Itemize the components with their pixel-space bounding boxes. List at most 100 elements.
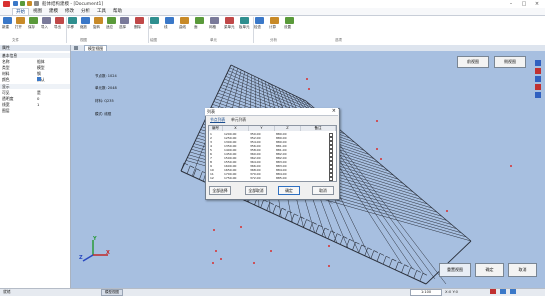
table-cell[interactable]: 1750.00 [224, 176, 248, 180]
view-cube-front-icon[interactable] [535, 76, 541, 82]
node-marker[interactable] [308, 88, 310, 90]
property-section-basic[interactable]: 基本信息 [0, 53, 70, 58]
table-cell[interactable]: 372.00 [250, 176, 274, 180]
compute-icon[interactable] [270, 17, 279, 24]
curve-icon[interactable] [180, 17, 189, 24]
ribbon-button-label[interactable]: 设置 [284, 25, 291, 30]
point-icon[interactable] [150, 17, 159, 24]
line-icon[interactable] [165, 17, 174, 24]
ok-button[interactable]: 确定 [475, 263, 504, 277]
check-icon[interactable] [255, 17, 264, 24]
table-cell[interactable]: 12 [210, 176, 222, 180]
ribbon-button-label[interactable]: 新建 [2, 25, 9, 30]
quick-redo-icon[interactable] [27, 1, 32, 6]
view-cube-side-icon[interactable] [535, 68, 541, 74]
node-marker[interactable] [446, 210, 448, 212]
ribbon-button-label[interactable]: 网格 [209, 25, 216, 30]
beam-icon[interactable] [225, 17, 234, 24]
ribbon-button-label[interactable]: 导出 [54, 25, 61, 30]
table-cell[interactable]: 885.00 [276, 176, 300, 180]
dialog-tab-nodes[interactable]: 节点列表 [210, 117, 225, 123]
ribbon-button-label[interactable]: 曲线 [179, 25, 186, 30]
rotate-icon[interactable] [94, 17, 103, 24]
minimize-button[interactable]: – [505, 0, 517, 8]
export-icon[interactable] [55, 17, 64, 24]
tab-modify[interactable]: 修改 [62, 8, 77, 15]
table-column-header[interactable]: Y [249, 126, 275, 131]
node-marker[interactable] [380, 158, 382, 160]
import-icon[interactable] [42, 17, 51, 24]
tab-help[interactable]: 帮助 [110, 8, 125, 15]
ribbon-button-label[interactable]: 保存 [28, 25, 35, 30]
select-all-button[interactable]: 全部选择 [209, 186, 231, 195]
tab-scroll-left-icon[interactable] [74, 46, 78, 50]
ribbon-button-label[interactable]: 点 [149, 25, 153, 30]
tab-tools[interactable]: 工具 [94, 8, 109, 15]
view-cube-top-icon[interactable] [535, 60, 541, 66]
save-icon[interactable] [29, 17, 38, 24]
property-section-display[interactable]: 显示 [0, 84, 70, 89]
ribbon-button-label[interactable]: 面 [194, 25, 198, 30]
ribbon-button-label[interactable]: 适应 [106, 25, 113, 30]
dialog-close-icon[interactable]: × [332, 108, 336, 115]
tab-view[interactable]: 视图 [30, 8, 45, 15]
ribbon-button-label[interactable]: 梁单元 [224, 25, 235, 30]
node-marker[interactable] [270, 250, 272, 252]
quick-access-dropdown-icon[interactable] [34, 1, 39, 6]
table-column-header[interactable]: 编号 [209, 126, 223, 131]
node-marker[interactable] [212, 262, 214, 264]
fit-icon[interactable] [107, 17, 116, 24]
ribbon-button-label[interactable]: 检查 [254, 25, 261, 30]
property-value[interactable]: 1 [37, 102, 39, 107]
plate-icon[interactable] [240, 17, 249, 24]
maximize-button[interactable]: □ [518, 0, 530, 8]
node-marker[interactable] [220, 258, 222, 260]
pan-icon[interactable] [68, 17, 77, 24]
node-marker[interactable] [253, 262, 255, 264]
table-column-header[interactable]: X [223, 126, 249, 131]
property-value[interactable]: 0 [37, 96, 39, 101]
surface-icon[interactable] [195, 17, 204, 24]
new-file-icon[interactable] [3, 17, 12, 24]
node-marker[interactable] [213, 229, 215, 231]
node-marker[interactable] [376, 120, 378, 122]
view-cube-iso-icon[interactable] [535, 84, 541, 90]
node-marker[interactable] [328, 245, 330, 247]
cancel-button[interactable]: 取消 [508, 263, 537, 277]
deselect-all-button[interactable]: 全部取消 [245, 186, 267, 195]
ribbon-button-label[interactable]: 板单元 [239, 25, 250, 30]
mesh-icon[interactable] [210, 17, 219, 24]
node-marker[interactable] [240, 226, 242, 228]
reset-view-button[interactable]: 重置视图 [439, 263, 471, 277]
ribbon-button-label[interactable]: 平移 [67, 25, 74, 30]
view-cube-back-icon[interactable] [535, 92, 541, 98]
ribbon-button-label[interactable]: 打开 [15, 25, 22, 30]
ribbon-button-label[interactable]: 导入 [41, 25, 48, 30]
dialog-tab-elements[interactable]: 单元列表 [231, 117, 246, 123]
quick-undo-icon[interactable] [20, 1, 25, 6]
dialog-ok-button[interactable]: 确定 [278, 186, 300, 195]
close-button[interactable]: × [531, 0, 543, 8]
select-icon[interactable] [120, 17, 129, 24]
node-marker[interactable] [376, 148, 378, 150]
settings-icon[interactable] [285, 17, 294, 24]
table-column-header[interactable]: Z [275, 126, 301, 131]
tab-analysis[interactable]: 分析 [78, 8, 93, 15]
node-marker[interactable] [328, 265, 330, 267]
ribbon-button-label[interactable]: 缩放 [80, 25, 87, 30]
color-swatch[interactable] [37, 77, 41, 81]
node-marker[interactable] [306, 78, 308, 80]
dialog-cancel-button[interactable]: 取消 [312, 186, 334, 195]
open-folder-icon[interactable] [16, 17, 25, 24]
node-table[interactable]: 编号 X Y Z 备注 1 1200.00 350.00 880.00 2 1250.00 352.0… [208, 125, 337, 182]
ribbon-button-label[interactable]: 线 [164, 25, 168, 30]
side-view-button[interactable]: 侧视图 [494, 56, 526, 68]
table-column-header[interactable]: 备注 [301, 126, 336, 131]
ribbon-button-label[interactable]: 旋转 [93, 25, 100, 30]
row-checkbox[interactable] [329, 177, 333, 181]
delete-icon[interactable] [135, 17, 144, 24]
quick-save-icon[interactable] [13, 1, 18, 6]
zoom-icon[interactable] [81, 17, 90, 24]
ribbon-button-label[interactable]: 删除 [134, 25, 141, 30]
ribbon-button-label[interactable]: 计算 [269, 25, 276, 30]
